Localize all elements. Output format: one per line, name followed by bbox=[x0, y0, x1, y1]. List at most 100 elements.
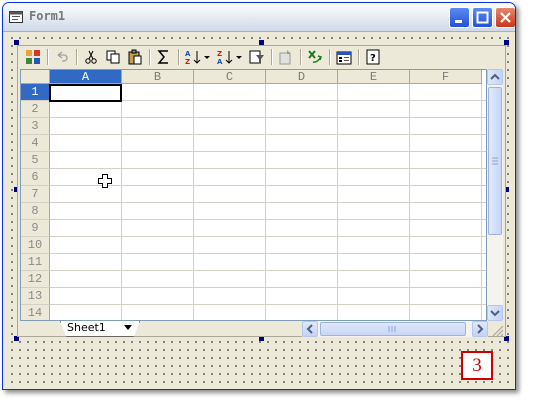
grip-icon bbox=[492, 157, 498, 165]
sheet-tab-label: Sheet1 bbox=[67, 321, 106, 334]
minimize-icon bbox=[455, 20, 462, 23]
row-header[interactable]: 5 bbox=[21, 152, 50, 169]
office-logo-icon bbox=[26, 50, 40, 64]
undo-button[interactable] bbox=[53, 48, 71, 66]
vertical-scroll-thumb[interactable] bbox=[488, 87, 502, 235]
excel-export-icon bbox=[308, 50, 322, 63]
window-title: Form1 bbox=[29, 9, 66, 23]
grid-line bbox=[50, 151, 486, 152]
toolbar-separator bbox=[47, 49, 49, 65]
row-header[interactable]: 14 bbox=[21, 305, 50, 320]
toolbar-separator bbox=[329, 49, 331, 65]
horizontal-scroll-thumb[interactable] bbox=[320, 322, 466, 336]
row-header[interactable]: 1 bbox=[21, 84, 50, 101]
row-header[interactable]: 4 bbox=[21, 135, 50, 152]
toolbar-separator bbox=[300, 49, 302, 65]
scissors-icon bbox=[85, 50, 97, 64]
row-header[interactable]: 3 bbox=[21, 118, 50, 135]
paste-button[interactable] bbox=[126, 48, 144, 66]
copy-icon bbox=[106, 50, 120, 64]
column-header[interactable]: F bbox=[410, 70, 482, 84]
row-header[interactable]: 12 bbox=[21, 271, 50, 288]
sort-descending-icon: ZA bbox=[217, 50, 233, 65]
svg-text:A: A bbox=[217, 58, 223, 65]
maximize-icon bbox=[476, 11, 489, 24]
svg-text:A: A bbox=[185, 50, 191, 58]
grid-line bbox=[50, 117, 486, 118]
toolbar-separator bbox=[76, 49, 78, 65]
export-to-excel-button[interactable] bbox=[306, 48, 324, 66]
column-header[interactable]: B bbox=[122, 70, 194, 84]
commands-options-icon bbox=[336, 51, 352, 65]
undo-icon bbox=[57, 51, 68, 62]
scroll-down-button[interactable] bbox=[487, 305, 503, 321]
toolbar-separator bbox=[271, 49, 273, 65]
select-all-corner[interactable] bbox=[21, 70, 50, 84]
sheet-tab-area: Sheet1 bbox=[20, 321, 505, 337]
chevron-right-icon bbox=[477, 324, 484, 334]
commands-options-button[interactable] bbox=[335, 48, 353, 66]
vertical-scrollbar[interactable] bbox=[487, 69, 503, 321]
column-header[interactable]: D bbox=[266, 70, 338, 84]
close-button[interactable] bbox=[495, 7, 515, 28]
row-header[interactable]: 11 bbox=[21, 254, 50, 271]
grid-line bbox=[50, 287, 486, 288]
sort-ascending-button[interactable]: AZ bbox=[184, 48, 202, 66]
scroll-up-button[interactable] bbox=[487, 69, 503, 85]
grid-line bbox=[50, 253, 486, 254]
sigma-icon bbox=[157, 50, 168, 64]
row-header[interactable]: 6 bbox=[21, 169, 50, 186]
help-button[interactable]: ? bbox=[364, 48, 382, 66]
grid-line bbox=[50, 304, 486, 305]
chevron-left-icon bbox=[306, 324, 313, 334]
active-cell-a1[interactable] bbox=[49, 84, 122, 102]
grid-line bbox=[50, 185, 486, 186]
grid-line bbox=[50, 168, 486, 169]
spreadsheet-grid[interactable]: ABCDEF 1 2 3 4 5 6 7 8 9 10 11 12 13 14 bbox=[20, 69, 487, 321]
row-header[interactable]: 8 bbox=[21, 203, 50, 220]
autosum-button[interactable] bbox=[155, 48, 173, 66]
grid-line bbox=[50, 219, 486, 220]
office-logo-button[interactable] bbox=[24, 48, 42, 66]
grid-line bbox=[50, 134, 486, 135]
maximize-button[interactable] bbox=[472, 7, 493, 28]
svg-text:Z: Z bbox=[217, 50, 222, 58]
sort-ascending-dropdown[interactable] bbox=[202, 48, 212, 66]
toolbar-separator bbox=[178, 49, 180, 65]
row-header[interactable]: 10 bbox=[21, 237, 50, 254]
column-header[interactable]: A bbox=[50, 70, 122, 84]
spreadsheet-control[interactable]: AZ ZA ? ABCDEF 123456 7 8 9 10 11 12 13 … bbox=[17, 45, 506, 337]
cut-button[interactable] bbox=[82, 48, 100, 66]
column-header[interactable]: C bbox=[194, 70, 266, 84]
spreadsheet-toolbar: AZ ZA ? bbox=[18, 46, 505, 68]
scroll-left-button[interactable] bbox=[302, 321, 318, 337]
dropdown-arrow-icon bbox=[204, 56, 210, 59]
row-header[interactable]: 7 bbox=[21, 186, 50, 203]
grid-line bbox=[50, 236, 486, 237]
copy-button[interactable] bbox=[104, 48, 122, 66]
step-number-badge: 3 bbox=[461, 351, 493, 380]
grid-line bbox=[50, 270, 486, 271]
chevron-up-icon bbox=[490, 73, 500, 80]
help-icon: ? bbox=[366, 49, 380, 65]
cell-select-cursor-icon bbox=[98, 174, 112, 188]
row-header[interactable]: 2 bbox=[21, 101, 50, 118]
refresh-data-icon bbox=[279, 50, 291, 65]
scroll-right-button[interactable] bbox=[472, 321, 488, 337]
sheet-list-dropdown-icon[interactable] bbox=[124, 325, 132, 331]
sort-descending-button[interactable]: ZA bbox=[216, 48, 234, 66]
refresh-data-button[interactable] bbox=[277, 48, 295, 66]
horizontal-scrollbar[interactable] bbox=[302, 321, 488, 337]
resize-grip-icon[interactable] bbox=[490, 323, 504, 337]
svg-text:Z: Z bbox=[185, 58, 190, 65]
toolbar-separator bbox=[149, 49, 151, 65]
paste-icon bbox=[128, 49, 142, 65]
row-header[interactable]: 9 bbox=[21, 220, 50, 237]
title-bar[interactable]: Form1 bbox=[3, 3, 515, 32]
filter-icon bbox=[249, 50, 264, 64]
sort-descending-dropdown[interactable] bbox=[234, 48, 244, 66]
column-header[interactable]: E bbox=[338, 70, 410, 84]
minimize-button[interactable] bbox=[449, 7, 470, 28]
autofilter-button[interactable] bbox=[248, 48, 266, 66]
row-header[interactable]: 13 bbox=[21, 288, 50, 305]
